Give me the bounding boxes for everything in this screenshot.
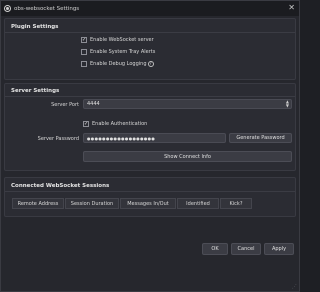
window-title: obs-websocket Settings [14, 5, 80, 12]
server-port-input[interactable]: 4444 ▲ ▼ [83, 99, 292, 109]
help-icon[interactable]: ? [147, 61, 154, 67]
checkbox-label: Enable Debug Logging [90, 61, 147, 67]
server-port-value: 4444 [87, 101, 100, 107]
enable-debug-logging-checkbox[interactable]: Enable Debug Logging ? [81, 61, 154, 67]
ok-button[interactable]: OK [202, 243, 228, 255]
checkbox-checked-icon[interactable]: ✓ [83, 121, 89, 127]
divider [5, 96, 295, 97]
generate-password-button[interactable]: Generate Password [229, 133, 292, 143]
enable-websocket-server-checkbox[interactable]: ✓ Enable WebSocket server [81, 37, 154, 43]
cancel-button[interactable]: Cancel [231, 243, 261, 255]
checkbox-checked-icon[interactable]: ✓ [81, 37, 87, 43]
column-header-kick[interactable]: Kick? [220, 198, 252, 209]
server-port-label: Server Port [51, 102, 79, 108]
obs-logo-icon [4, 5, 11, 12]
enable-system-tray-alerts-checkbox[interactable]: Enable System Tray Alerts [81, 49, 155, 55]
settings-window: obs-websocket Settings ✕ Plugin Settings… [0, 0, 300, 292]
server-password-label: Server Password [37, 136, 79, 142]
checkbox-label: Enable System Tray Alerts [90, 49, 156, 55]
checkbox-unchecked-icon[interactable] [81, 61, 87, 67]
column-header-session-duration[interactable]: Session Duration [65, 198, 119, 209]
plugin-settings-panel: Plugin Settings ✓ Enable WebSocket serve… [4, 18, 296, 80]
checkbox-label: Enable Authentication [92, 121, 148, 127]
show-connect-info-button[interactable]: Show Connect Info [83, 151, 292, 162]
title-bar: obs-websocket Settings ✕ [1, 1, 299, 16]
connected-sessions-panel: Connected WebSocket Sessions Remote Addr… [4, 177, 296, 217]
connected-sessions-heading: Connected WebSocket Sessions [11, 183, 110, 189]
apply-button[interactable]: Apply [264, 243, 294, 255]
column-header-remote-address[interactable]: Remote Address [12, 198, 64, 209]
plugin-settings-heading: Plugin Settings [11, 24, 59, 30]
enable-authentication-checkbox[interactable]: ✓ Enable Authentication [83, 121, 147, 127]
checkbox-label: Enable WebSocket server [90, 37, 154, 43]
spinner-arrows-icon[interactable]: ▲ ▼ [286, 100, 289, 108]
divider [5, 191, 295, 192]
server-password-input[interactable]: ●●●●●●●●●●●●●●●●●● [83, 133, 226, 143]
close-icon[interactable]: ✕ [288, 3, 295, 13]
divider [5, 32, 295, 33]
server-password-value: ●●●●●●●●●●●●●●●●●● [87, 135, 156, 141]
column-header-identified[interactable]: Identified [177, 198, 219, 209]
checkbox-unchecked-icon[interactable] [81, 49, 87, 55]
server-settings-heading: Server Settings [11, 88, 60, 94]
resize-grip-icon[interactable]: ⋰ [292, 284, 297, 290]
server-settings-panel: Server Settings Server Port 4444 ▲ ▼ ✓ En… [4, 83, 296, 171]
column-header-messages[interactable]: Messages In/Out [120, 198, 176, 209]
